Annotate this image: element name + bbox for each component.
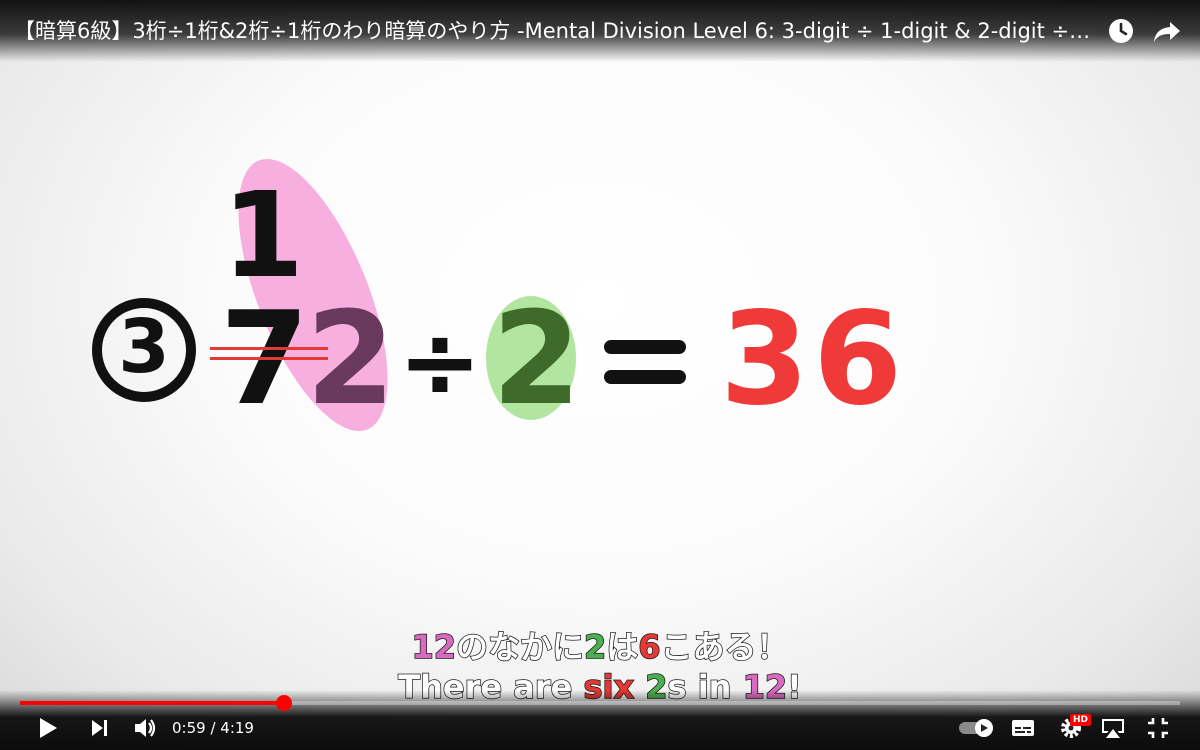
play-icon (40, 718, 57, 738)
strike-line-2 (210, 357, 328, 360)
settings-button[interactable]: HD (1056, 714, 1092, 740)
progress-played (20, 701, 285, 705)
subtitle-segment: は (605, 627, 639, 667)
video-title[interactable]: 【暗算6級】3桁÷1桁&2桁÷1桁のわり暗算のやり方 -Mental Divis… (14, 15, 1094, 45)
subtitle-segment: 12 (411, 627, 457, 667)
answer: 36 (720, 285, 907, 434)
airplay-icon (1102, 719, 1124, 738)
exit-fullscreen-icon (1148, 718, 1168, 738)
dividend-first-digit: 7 (220, 296, 309, 424)
autoplay-toggle[interactable] (958, 716, 996, 740)
subtitles-icon (1012, 720, 1034, 736)
volume-button[interactable] (132, 716, 158, 740)
subtitle-segment: 6 (638, 627, 662, 667)
quotient-top-digit: 1 (222, 166, 305, 304)
subtitle-segment: 2 (583, 627, 607, 667)
subtitle-line-1: 12のなかに2は6こある！ (0, 622, 1200, 668)
dividend-second-digit: 2 (306, 285, 396, 434)
equals-sign (604, 340, 686, 390)
divisor: 2 (492, 285, 582, 434)
next-icon (92, 720, 107, 736)
strike-line-1 (210, 347, 328, 350)
subtitles-button[interactable] (1010, 716, 1036, 740)
top-overlay: 【暗算6級】3桁÷1桁&2桁÷1桁のわり暗算のやり方 -Mental Divis… (0, 0, 1200, 62)
time-display: 0:59 / 4:19 (172, 719, 254, 737)
exit-fullscreen-button[interactable] (1146, 716, 1170, 740)
progress-bar[interactable] (20, 695, 1180, 711)
play-button[interactable] (36, 716, 60, 740)
share-icon[interactable] (1150, 14, 1184, 48)
next-button[interactable] (88, 716, 112, 740)
watch-later-icon[interactable] (1104, 14, 1138, 48)
subtitle-segment: こある！ (660, 627, 790, 667)
problem-number: 3 (118, 304, 170, 390)
airplay-button[interactable] (1100, 716, 1126, 740)
divide-sign: ÷ (398, 303, 482, 420)
autoplay-toggle-icon (959, 719, 993, 737)
hd-badge: HD (1070, 714, 1092, 726)
video-player[interactable]: 3 1 7 2 ÷ 2 36 12のなかに2は6こある！ There are s… (0, 0, 1200, 750)
volume-icon (135, 719, 156, 737)
subtitle-segment: のなかに (455, 627, 585, 667)
